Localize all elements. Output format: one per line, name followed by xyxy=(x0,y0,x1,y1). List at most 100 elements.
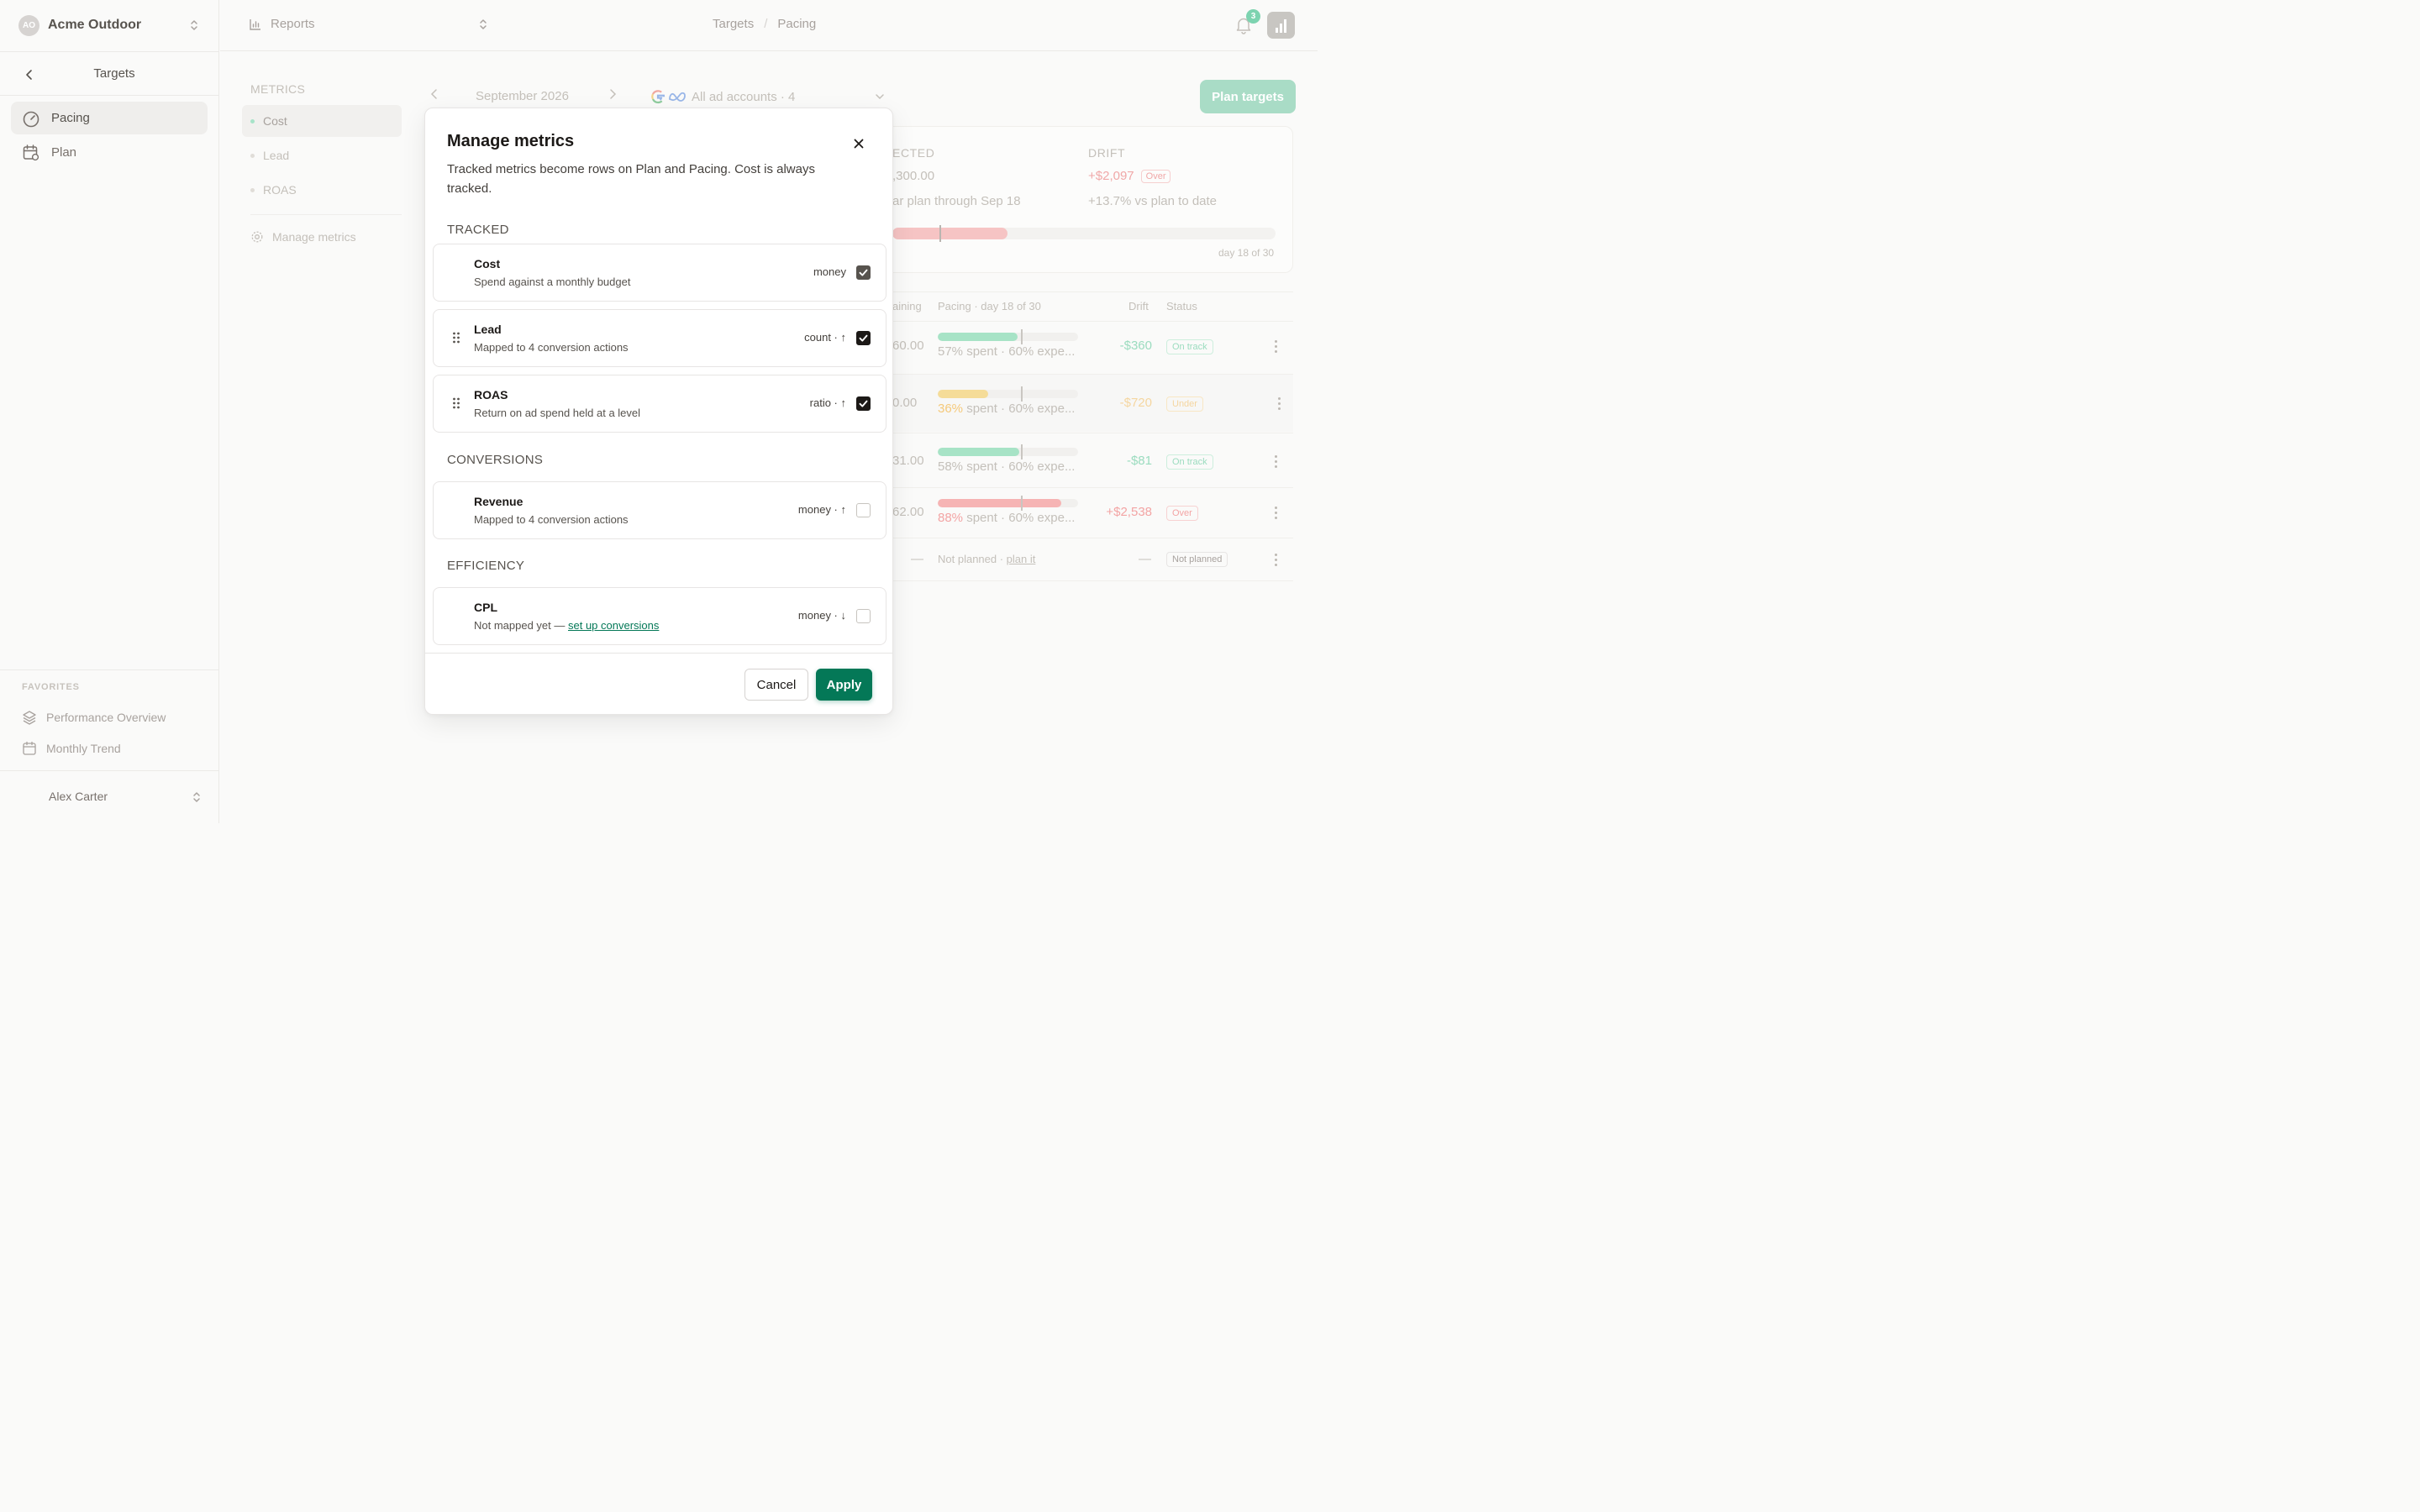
expected-marker xyxy=(1021,444,1023,459)
chevron-up-down-icon[interactable] xyxy=(191,790,203,804)
expected-marker xyxy=(939,225,941,242)
google-logo-icon xyxy=(651,90,666,104)
manage-metrics-link[interactable]: Manage metrics xyxy=(250,230,356,244)
sidebar-item-label: Pacing xyxy=(51,111,90,125)
status-badge: Over xyxy=(1140,169,1171,183)
favorite-item[interactable]: Monthly Trend xyxy=(22,741,121,756)
metrics-heading: METRICS xyxy=(250,82,306,96)
row-menu-icon[interactable] xyxy=(1275,455,1278,470)
divider xyxy=(0,770,219,771)
favorite-label: Monthly Trend xyxy=(46,742,121,755)
status-badge: Over xyxy=(1166,506,1198,521)
table-cell-drift: -$81 xyxy=(1126,454,1152,468)
prev-month-icon[interactable] xyxy=(429,87,440,101)
metric-type: money · ↓ xyxy=(797,609,846,622)
row-menu-icon[interactable] xyxy=(1278,397,1281,412)
metric-checkbox[interactable] xyxy=(856,331,871,345)
sidebar-item-plan[interactable]: Plan xyxy=(11,136,208,169)
accounts-label: All ad accounts · 4 xyxy=(692,89,796,104)
metric-row-roas[interactable]: ROAS Return on ad spend held at a level … xyxy=(433,375,886,433)
reports-selector[interactable]: Reports xyxy=(249,17,315,31)
table-cell-remaining: — xyxy=(911,552,923,566)
table-cell-drift: — xyxy=(1139,552,1151,566)
pacing-bar-fill xyxy=(938,448,1019,456)
status-dot xyxy=(250,187,255,192)
expected-marker xyxy=(1021,496,1023,511)
row-menu-icon[interactable] xyxy=(1275,554,1278,569)
favorite-item[interactable]: Performance Overview xyxy=(22,710,166,725)
table-cell-drift: +$2,538 xyxy=(1106,505,1152,519)
metric-type: ratio · ↑ xyxy=(809,396,846,409)
chevron-down-icon[interactable] xyxy=(874,91,886,102)
projected-subtext: ar plan through Sep 18 xyxy=(892,194,1021,208)
chevron-up-down-icon[interactable] xyxy=(477,18,489,31)
calendar-settings-icon xyxy=(23,144,39,160)
metric-type: money · ↑ xyxy=(797,503,846,516)
next-month-icon[interactable] xyxy=(607,87,618,101)
notification-badge: 3 xyxy=(1246,9,1260,24)
drag-handle-icon[interactable] xyxy=(452,331,460,344)
breadcrumb-targets[interactable]: Targets xyxy=(713,17,754,31)
status-badge: Not planned xyxy=(1166,552,1228,567)
apply-button[interactable]: Apply xyxy=(816,669,872,701)
metric-label: Cost xyxy=(263,114,287,128)
metric-description: Spend against a monthly budget xyxy=(474,276,631,288)
metric-row-revenue[interactable]: Revenue Mapped to 4 conversion actions m… xyxy=(433,481,886,539)
section-heading-efficiency: EFFICIENCY xyxy=(447,559,525,573)
column-header-pacing: Pacing · day 18 of 30 xyxy=(938,300,1041,312)
divider xyxy=(0,95,219,96)
calendar-icon xyxy=(23,741,36,755)
reports-label: Reports xyxy=(271,17,315,31)
pacing-text: spent · 60% expe... xyxy=(963,459,1076,474)
pacing-bar xyxy=(938,499,1078,507)
sidebar-title: Targets xyxy=(93,66,135,81)
plan-targets-button[interactable]: Plan targets xyxy=(1200,80,1296,113)
drift-value-group: +$2,097 Over xyxy=(1088,169,1171,183)
pacing-bar xyxy=(938,448,1078,456)
projected-heading: ECTED xyxy=(892,146,935,160)
metric-row-cpl[interactable]: CPL Not mapped yet — set up conversions … xyxy=(433,587,886,645)
user-name[interactable]: Alex Carter xyxy=(49,790,108,803)
dialog-title: Manage metrics xyxy=(447,132,575,150)
metric-checkbox[interactable] xyxy=(856,609,871,623)
metric-checkbox[interactable] xyxy=(856,396,871,411)
divider xyxy=(425,653,892,654)
breadcrumb-separator: / xyxy=(764,17,768,31)
manage-metrics-label: Manage metrics xyxy=(272,230,356,244)
top-bar: Reports Targets / Pacing 3 xyxy=(220,0,1318,51)
check-icon xyxy=(859,400,868,407)
cancel-button[interactable]: Cancel xyxy=(744,669,808,701)
meta-logo-icon xyxy=(669,92,686,102)
metric-type: money xyxy=(813,265,846,278)
layers-icon xyxy=(23,711,36,725)
metric-checkbox[interactable] xyxy=(856,503,871,517)
row-menu-icon[interactable] xyxy=(1275,340,1278,355)
metric-item-lead[interactable]: Lead xyxy=(242,139,402,171)
drag-handle-icon[interactable] xyxy=(452,396,460,410)
account-selector[interactable]: All ad accounts · 4 xyxy=(650,89,795,104)
pacing-text: spent · 60% expe... xyxy=(963,344,1076,359)
pacing-bar-fill xyxy=(938,390,989,398)
manage-metrics-dialog: Manage metrics Tracked metrics become ro… xyxy=(424,108,893,715)
metric-item-roas[interactable]: ROAS xyxy=(242,174,402,206)
breadcrumb-pacing: Pacing xyxy=(777,17,817,31)
favorite-label: Performance Overview xyxy=(46,711,166,724)
metric-description: Mapped to 4 conversion actions xyxy=(474,513,629,526)
metric-description: Not mapped yet — set up conversions xyxy=(474,619,659,632)
avatar[interactable] xyxy=(1267,12,1295,39)
metric-item-cost[interactable]: Cost xyxy=(242,105,402,137)
set-up-conversions-link[interactable]: set up conversions xyxy=(568,619,659,632)
table-cell-remaining: 60.00 xyxy=(892,339,924,353)
row-menu-icon[interactable] xyxy=(1275,507,1278,522)
plan-it-link[interactable]: plan it xyxy=(1007,553,1036,565)
sidebar-item-pacing[interactable]: Pacing xyxy=(11,102,208,134)
metric-name: CPL xyxy=(474,601,497,614)
workspace-switcher[interactable]: AO Acme Outdoor xyxy=(18,14,203,36)
month-label: September 2026 xyxy=(476,89,569,103)
close-icon[interactable] xyxy=(852,137,865,150)
metric-name: ROAS xyxy=(474,388,508,402)
metric-row-cost: Cost Spend against a monthly budget mone… xyxy=(433,244,886,302)
metric-row-lead[interactable]: Lead Mapped to 4 conversion actions coun… xyxy=(433,309,886,367)
column-header-remaining: aining xyxy=(892,300,922,312)
pacing-bar xyxy=(938,390,1078,398)
